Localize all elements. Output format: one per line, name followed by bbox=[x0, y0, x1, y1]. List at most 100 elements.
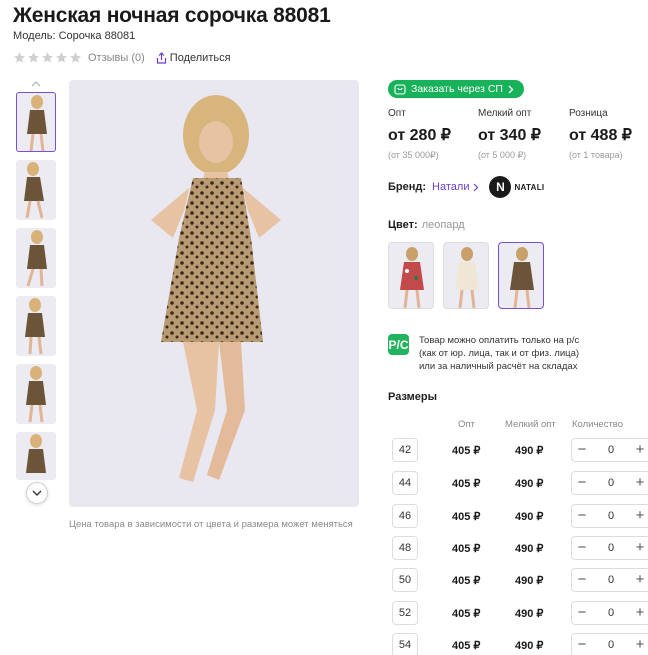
brand-name: Натали bbox=[432, 181, 470, 193]
size-row: 50 405 ₽ 490 ₽ − 0 + bbox=[392, 568, 648, 592]
sizes-header-opt: Опт bbox=[458, 419, 475, 430]
payment-note-line: (как от юр. лица, так и от физ. лица) bbox=[419, 348, 580, 359]
quantity-stepper: − 0 + bbox=[571, 438, 648, 462]
thumbnail-3[interactable] bbox=[16, 228, 56, 288]
size-label: 52 bbox=[392, 601, 418, 625]
size-row: 52 405 ₽ 490 ₽ − 0 + bbox=[392, 601, 648, 625]
quantity-value[interactable]: 0 bbox=[592, 510, 630, 522]
payment-note: P/C Товар можно оплатить только на р/с (… bbox=[388, 334, 579, 373]
star-icon bbox=[70, 52, 81, 63]
main-product-photo[interactable] bbox=[69, 80, 359, 507]
model-photo-thumbnail bbox=[24, 162, 44, 219]
payment-note-line: Товар можно оплатить только на р/с bbox=[419, 335, 580, 346]
minus-icon[interactable]: − bbox=[572, 505, 592, 527]
sizes-header-quantity: Количество bbox=[572, 419, 624, 430]
quantity-value[interactable]: 0 bbox=[592, 542, 630, 554]
size-price-opt: 405 ₽ bbox=[452, 640, 481, 652]
color-swatch-leopard[interactable] bbox=[498, 242, 544, 309]
price-note: (от 1 товара) bbox=[569, 150, 623, 160]
brand-logo[interactable]: N bbox=[489, 176, 512, 198]
minus-icon[interactable]: − bbox=[572, 537, 592, 559]
star-icon bbox=[28, 52, 39, 63]
plus-icon[interactable]: + bbox=[630, 505, 648, 527]
quantity-value[interactable]: 0 bbox=[592, 444, 630, 456]
star-icon bbox=[56, 52, 67, 63]
minus-icon[interactable]: − bbox=[572, 634, 592, 655]
minus-icon[interactable]: − bbox=[572, 439, 592, 461]
floral-variant-image bbox=[400, 247, 424, 308]
quantity-value[interactable]: 0 bbox=[592, 574, 630, 586]
leopard-variant-image bbox=[510, 247, 534, 308]
color-swatch-floral[interactable] bbox=[388, 242, 434, 309]
color-label: Цвет: bbox=[388, 219, 418, 231]
reviews-link[interactable]: Отзывы (0) bbox=[88, 52, 145, 64]
brand-link[interactable]: Натали bbox=[432, 181, 479, 193]
color-swatch-cream[interactable] bbox=[443, 242, 489, 309]
thumbnail-4[interactable] bbox=[16, 296, 56, 356]
price-value: от 280 ₽ bbox=[388, 127, 451, 144]
cart-icon bbox=[394, 83, 406, 95]
thumbnail-5[interactable] bbox=[16, 364, 56, 424]
quantity-value[interactable]: 0 bbox=[592, 607, 630, 619]
thumbnails-scroll-down-button[interactable] bbox=[26, 482, 48, 504]
bank-transfer-icon: P/C bbox=[388, 334, 409, 355]
size-label: 54 bbox=[392, 633, 418, 655]
size-price-small-opt: 490 ₽ bbox=[515, 575, 544, 587]
price-note: (от 35 000₽) bbox=[388, 150, 439, 160]
price-wholesale: Опт от 280 ₽ (от 35 000₽) bbox=[388, 108, 473, 161]
brand-logo-text: NATALI bbox=[514, 182, 545, 192]
quantity-stepper: − 0 + bbox=[571, 601, 648, 625]
model-photo-thumbnail bbox=[27, 95, 47, 151]
size-price-opt: 405 ₽ bbox=[452, 511, 481, 523]
payment-note-text: Товар можно оплатить только на р/с (как … bbox=[419, 334, 579, 373]
quantity-value[interactable]: 0 bbox=[592, 477, 630, 489]
size-price-opt: 405 ₽ bbox=[452, 608, 481, 620]
chevron-right-icon bbox=[508, 85, 514, 93]
quantity-stepper: − 0 + bbox=[571, 504, 648, 528]
size-price-opt: 405 ₽ bbox=[452, 445, 481, 457]
order-via-sp-button[interactable]: Заказать через СП bbox=[388, 80, 524, 98]
size-row: 54 405 ₽ 490 ₽ − 0 + bbox=[392, 633, 648, 655]
color-row: Цвет: леопард bbox=[388, 219, 465, 231]
quantity-value[interactable]: 0 bbox=[592, 639, 630, 651]
size-price-small-opt: 490 ₽ bbox=[515, 543, 544, 555]
thumbnail-6[interactable] bbox=[16, 432, 56, 480]
size-price-opt: 405 ₽ bbox=[452, 543, 481, 555]
model-photo-thumbnail bbox=[26, 434, 46, 473]
minus-icon[interactable]: − bbox=[572, 602, 592, 624]
minus-icon[interactable]: − bbox=[572, 569, 592, 591]
size-row: 42 405 ₽ 490 ₽ − 0 + bbox=[392, 438, 648, 462]
plus-icon[interactable]: + bbox=[630, 634, 648, 655]
plus-icon[interactable]: + bbox=[630, 537, 648, 559]
size-label: 44 bbox=[392, 471, 418, 495]
price-note: (от 5 000 ₽) bbox=[478, 150, 527, 160]
share-button[interactable]: Поделиться bbox=[156, 52, 231, 64]
thumbnail-2[interactable] bbox=[16, 160, 56, 220]
chevron-up-icon[interactable] bbox=[26, 80, 46, 88]
order-via-sp-label: Заказать через СП bbox=[411, 83, 503, 95]
star-icon bbox=[42, 52, 53, 63]
plus-icon[interactable]: + bbox=[630, 439, 648, 461]
price-value: от 488 ₽ bbox=[569, 127, 632, 144]
thumbnail-strip bbox=[14, 80, 58, 504]
sizes-title: Размеры bbox=[388, 391, 438, 403]
plus-icon[interactable]: + bbox=[630, 472, 648, 494]
minus-icon[interactable]: − bbox=[572, 472, 592, 494]
price-retail: Розница от 488 ₽ (от 1 товара) bbox=[569, 108, 648, 160]
model-in-leopard-nightgown-image bbox=[151, 95, 281, 482]
brand-row: Бренд: Натали N NATALI bbox=[388, 176, 544, 198]
size-price-small-opt: 490 ₽ bbox=[515, 511, 544, 523]
chevron-down-icon bbox=[32, 490, 42, 496]
size-row: 44 405 ₽ 490 ₽ − 0 + bbox=[392, 471, 648, 495]
thumbnail-1[interactable] bbox=[16, 92, 56, 152]
quantity-stepper: − 0 + bbox=[571, 568, 648, 592]
plus-icon[interactable]: + bbox=[630, 602, 648, 624]
size-label: 50 bbox=[392, 568, 418, 592]
size-price-small-opt: 490 ₽ bbox=[515, 445, 544, 457]
share-label: Поделиться bbox=[169, 51, 231, 64]
plus-icon[interactable]: + bbox=[630, 569, 648, 591]
size-price-opt: 405 ₽ bbox=[452, 575, 481, 587]
brand-label: Бренд: bbox=[388, 181, 427, 193]
model-photo-thumbnail bbox=[26, 366, 46, 423]
rating-stars[interactable] bbox=[13, 51, 82, 64]
